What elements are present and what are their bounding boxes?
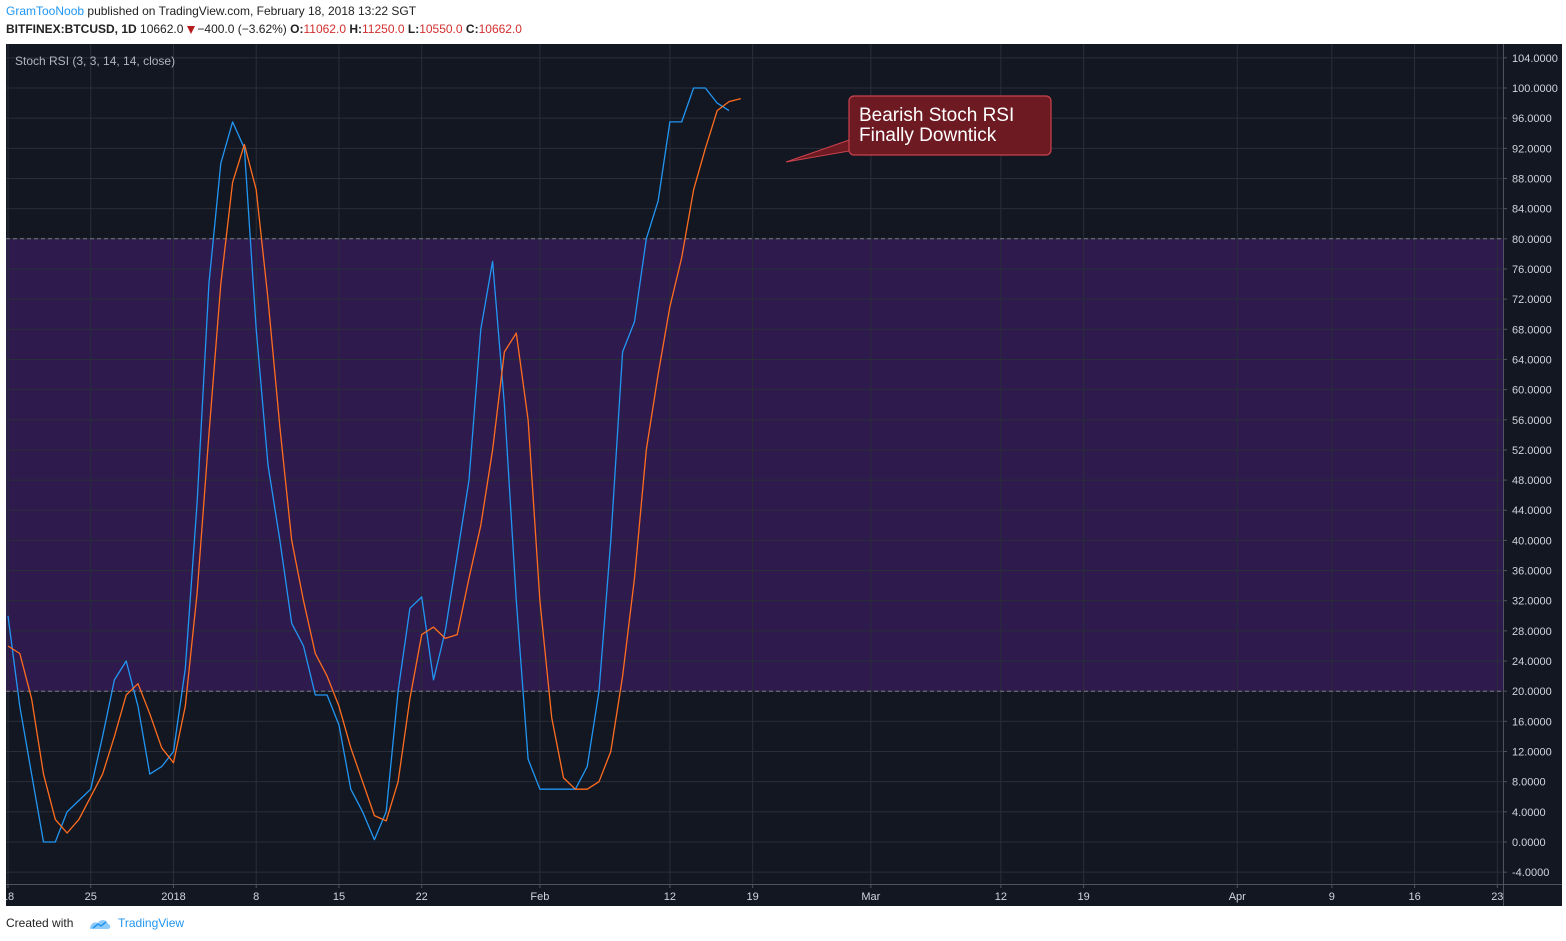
tradingview-logo-icon [90, 920, 111, 929]
x-tick-label: Apr [1229, 891, 1246, 903]
chart-header: GramTooNoob published on TradingView.com… [0, 0, 1566, 44]
x-tick-label: Feb [530, 891, 549, 903]
y-tick-label: 88.0000 [1512, 173, 1552, 185]
x-tick-label: 23 [1491, 891, 1503, 903]
x-tick-label: 9 [1329, 891, 1335, 903]
close-value: 10662.0 [478, 22, 522, 36]
x-tick-label: 19 [1077, 891, 1089, 903]
y-tick-label: 48.0000 [1512, 475, 1552, 487]
price-change: −400.0 (−3.62%) [197, 22, 287, 36]
y-tick-label: 32.0000 [1512, 596, 1552, 608]
y-tick-label: 52.0000 [1512, 445, 1552, 457]
y-tick-label: 40.0000 [1512, 535, 1552, 547]
y-tick-label: 12.0000 [1512, 747, 1552, 759]
low-label: L: [407, 22, 420, 36]
high-label: H: [349, 22, 363, 36]
x-tick-label: 19 [747, 891, 759, 903]
y-tick-label: 16.0000 [1512, 716, 1552, 728]
annotation-callout: Bearish Stoch RSIFinally Downtick [785, 95, 1052, 163]
author-link[interactable]: GramTooNoob [6, 4, 84, 18]
y-tick-label: -4.0000 [1512, 867, 1549, 879]
annotation-text-line: Finally Downtick [859, 125, 997, 146]
y-tick-label: 24.0000 [1512, 656, 1552, 668]
y-tick-label: 92.0000 [1512, 143, 1552, 155]
annotation-text-line: Bearish Stoch RSI [859, 105, 1014, 126]
y-tick-label: 60.0000 [1512, 385, 1552, 397]
y-tick-label: 72.0000 [1512, 294, 1552, 306]
y-tick-label: 28.0000 [1512, 626, 1552, 638]
symbol-label: BITFINEX:BTCUSD, 1D [6, 22, 137, 36]
y-tick-label: 104.0000 [1512, 53, 1558, 65]
x-tick-label: 2018 [161, 891, 185, 903]
x-tick-label: Mar [861, 891, 880, 903]
x-tick-label: 18 [6, 891, 14, 903]
open-label: O: [290, 22, 304, 36]
low-value: 10550.0 [419, 22, 463, 36]
x-tick-label: 12 [664, 891, 676, 903]
x-tick-label: 22 [416, 891, 428, 903]
close-label: C: [465, 22, 479, 36]
x-tick-label: 16 [1408, 891, 1420, 903]
x-tick-label: 12 [995, 891, 1007, 903]
y-tick-label: 0.0000 [1512, 837, 1546, 849]
x-tick-label: 25 [85, 891, 97, 903]
indicator-title: Stoch RSI (3, 3, 14, 14, close) [15, 54, 175, 68]
created-with-text: Created with [6, 916, 74, 930]
high-value: 11250.0 [362, 22, 405, 36]
footer: Created with TradingView [0, 906, 1566, 941]
y-tick-label: 44.0000 [1512, 505, 1552, 517]
oversold-overbought-band [6, 238, 1503, 692]
last-price: 10662.0 [140, 22, 184, 36]
publish-line: GramTooNoob published on TradingView.com… [6, 4, 416, 18]
down-triangle-icon [187, 25, 196, 34]
y-tick-label: 100.0000 [1512, 83, 1558, 95]
y-tick-label: 80.0000 [1512, 234, 1552, 246]
tradingview-link[interactable]: TradingView [118, 916, 184, 930]
y-tick-label: 68.0000 [1512, 324, 1552, 336]
y-tick-label: 56.0000 [1512, 415, 1552, 427]
y-tick-label: 36.0000 [1512, 566, 1552, 578]
open-value: 11062.0 [303, 22, 347, 36]
y-tick-label: 76.0000 [1512, 264, 1552, 276]
y-tick-label: 96.0000 [1512, 113, 1552, 125]
callout-pointer [785, 137, 856, 163]
symbol-line: BITFINEX:BTCUSD, 1D 10662.0 −400.0 (−3.62… [6, 22, 522, 36]
chart-area[interactable]: 104.0000 100.0000 96.0000 92.0000 88.0000 84.… [6, 44, 1562, 906]
y-tick-label: 4.0000 [1512, 807, 1546, 819]
y-tick-label: 20.0000 [1512, 686, 1552, 698]
x-tick-label: 8 [253, 891, 259, 903]
y-tick-label: 84.0000 [1512, 204, 1552, 216]
x-tick-label: 15 [333, 891, 345, 903]
y-tick-label: 8.0000 [1512, 777, 1546, 789]
y-tick-label: 64.0000 [1512, 354, 1552, 366]
published-text: published on TradingView.com, February 1… [87, 4, 417, 18]
stoch-rsi-chart[interactable]: 104.0000100.000096.000092.000088.000084.… [6, 44, 1562, 906]
